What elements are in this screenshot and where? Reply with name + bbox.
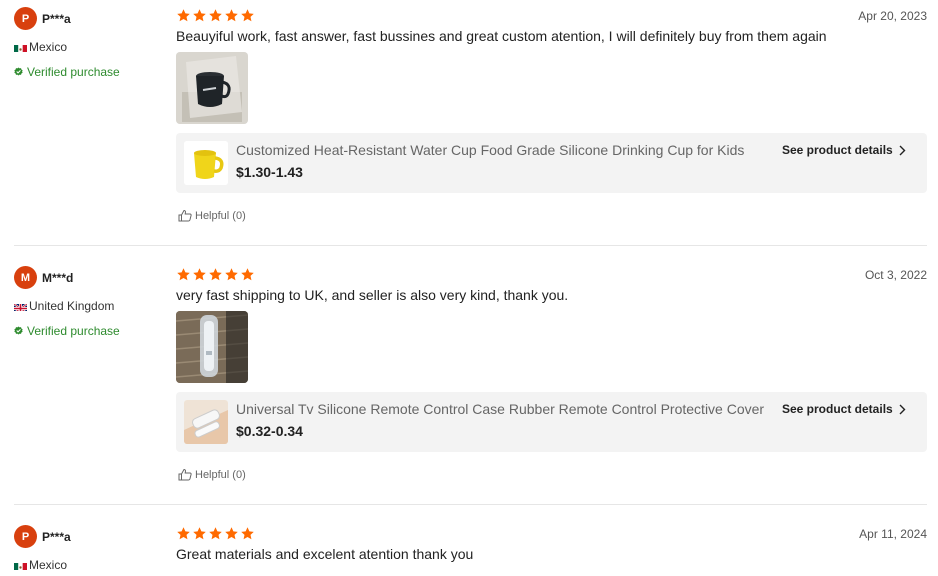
see-product-details-link[interactable]: See product details [782, 143, 906, 157]
product-thumbnail [184, 400, 228, 444]
product-card[interactable]: Customized Heat-Resistant Water Cup Food… [176, 133, 927, 193]
star-icon [225, 9, 238, 22]
verified-check-icon [14, 65, 23, 79]
review-text: Great materials and excelent atention th… [176, 546, 474, 562]
review-date: Apr 11, 2024 [859, 527, 927, 541]
thumbs-up-icon [178, 209, 192, 222]
star-rating [176, 526, 255, 541]
mexico-flag-icon [14, 561, 27, 570]
review-date: Apr 20, 2023 [858, 9, 927, 23]
star-icon [177, 9, 190, 22]
review-text: very fast shipping to UK, and seller is … [176, 287, 569, 303]
chevron-right-icon [899, 404, 906, 414]
star-icon [177, 268, 190, 281]
product-thumbnail [184, 141, 228, 185]
verified-purchase-badge: Verified purchase [14, 324, 120, 338]
product-price: $1.30-1.43 [236, 164, 303, 180]
helpful-button[interactable]: Helpful (0) [178, 468, 246, 481]
star-icon [193, 527, 206, 540]
review-photo[interactable] [176, 52, 248, 124]
reviewer-country: Mexico [14, 558, 67, 572]
star-icon [209, 527, 222, 540]
star-icon [209, 9, 222, 22]
star-icon [241, 527, 254, 540]
reviewer-name: M***d [42, 271, 74, 285]
verified-purchase-badge: Verified purchase [14, 65, 120, 79]
product-price: $0.32-0.34 [236, 423, 303, 439]
star-icon [225, 527, 238, 540]
star-icon [193, 268, 206, 281]
star-icon [241, 9, 254, 22]
divider [14, 504, 927, 505]
reviewer-country: United Kingdom [14, 299, 114, 313]
avatar: P [14, 7, 37, 30]
star-rating [176, 8, 255, 23]
star-icon [225, 268, 238, 281]
star-icon [193, 9, 206, 22]
helpful-button[interactable]: Helpful (0) [178, 209, 246, 222]
avatar: P [14, 525, 37, 548]
star-icon [209, 268, 222, 281]
product-title[interactable]: Universal Tv Silicone Remote Control Cas… [236, 401, 771, 417]
review-text: Beauyiful work, fast answer, fast bussin… [176, 28, 827, 44]
reviewer-name: P***a [42, 12, 71, 26]
star-icon [241, 268, 254, 281]
divider [14, 245, 927, 246]
review-date: Oct 3, 2022 [864, 268, 927, 282]
uk-flag-icon [14, 302, 27, 311]
product-title[interactable]: Customized Heat-Resistant Water Cup Food… [236, 142, 771, 158]
reviewer-country: Mexico [14, 40, 67, 54]
mexico-flag-icon [14, 43, 27, 52]
thumbs-up-icon [178, 468, 192, 481]
review-photo[interactable] [176, 311, 248, 383]
chevron-right-icon [899, 145, 906, 155]
product-card[interactable]: Universal Tv Silicone Remote Control Cas… [176, 392, 927, 452]
verified-check-icon [14, 324, 23, 338]
avatar: M [14, 266, 37, 289]
reviewer-name: P***a [42, 530, 71, 544]
see-product-details-link[interactable]: See product details [782, 402, 906, 416]
star-rating [176, 267, 255, 282]
star-icon [177, 527, 190, 540]
